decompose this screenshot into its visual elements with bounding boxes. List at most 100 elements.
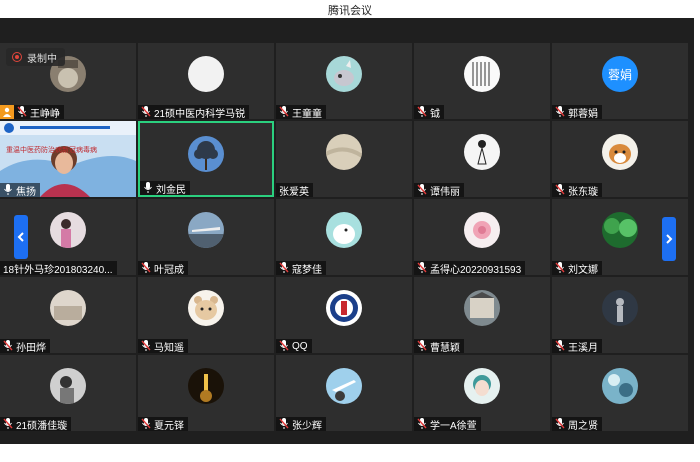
participant-name: 寇梦佳 (292, 264, 322, 276)
participant-nameplate: QQ (276, 339, 312, 353)
participant-tile[interactable]: 夏元铎 (138, 355, 274, 431)
participant-name: 曹慧颖 (430, 342, 460, 354)
participant-name: 王溪月 (568, 342, 598, 354)
mic-muted-icon (555, 340, 565, 351)
participant-tile[interactable]: 谭伟丽 (414, 121, 550, 197)
participant-tile[interactable]: 重温中医药防治病新冠病毒病 焦扬 (0, 121, 136, 197)
participant-name: 钺 (430, 108, 440, 120)
participant-name: 21硕潘佳璇 (16, 420, 68, 432)
participant-tile[interactable]: 钺 (414, 43, 550, 119)
participant-name: 张东璇 (568, 186, 598, 198)
participant-nameplate: 刘文娜 (552, 261, 602, 275)
participant-name: 王童童 (292, 108, 322, 120)
participant-nameplate: 张东璇 (552, 183, 602, 197)
participant-avatar (464, 56, 500, 92)
participant-tile[interactable]: 学一A徐萱 (414, 355, 550, 431)
host-person-icon (0, 105, 14, 119)
prev-page-button[interactable] (14, 215, 28, 259)
mic-muted-icon (555, 418, 565, 429)
participant-nameplate: 谭伟丽 (414, 183, 464, 197)
participant-avatar (602, 290, 638, 326)
participant-tile[interactable]: 张东璇 (552, 121, 688, 197)
participant-name: 谭伟丽 (430, 186, 460, 198)
mic-muted-icon (417, 418, 427, 429)
mic-muted-icon (141, 340, 151, 351)
participant-tile[interactable]: 蓉娟郭蓉娟 (552, 43, 688, 119)
next-page-button[interactable] (662, 217, 676, 261)
participant-avatar (602, 368, 638, 404)
participant-tile[interactable]: 刘金民 (138, 121, 274, 197)
participant-nameplate: 焦扬 (0, 183, 40, 197)
participant-tile[interactable]: 王童童 (276, 43, 412, 119)
mic-muted-icon (279, 262, 289, 273)
participant-name: 刘金民 (156, 184, 186, 196)
participant-avatar (464, 290, 500, 326)
mic-muted-icon (141, 262, 151, 273)
mic-muted-icon (417, 106, 427, 117)
participant-name: 21硕中医内科学马锐 (154, 108, 246, 120)
participant-tile[interactable]: 寇梦佳 (276, 199, 412, 275)
participant-nameplate: 郭蓉娟 (552, 105, 602, 119)
bottom-margin (0, 444, 700, 462)
participant-nameplate: 孙田烨 (0, 339, 50, 353)
mic-muted-icon (417, 340, 427, 351)
participant-nameplate: 张少辉 (276, 417, 326, 431)
participant-nameplate: 钺 (414, 105, 444, 119)
participant-name: 马知遥 (154, 342, 184, 354)
participant-nameplate: 王溪月 (552, 339, 602, 353)
chevron-right-icon (666, 234, 673, 244)
participant-avatar (464, 212, 500, 248)
participant-tile[interactable]: 孟得心20220931593 (414, 199, 550, 275)
participant-nameplate: 马知遥 (138, 339, 188, 353)
mic-muted-icon (279, 418, 289, 429)
participant-tile[interactable]: 曹慧颖 (414, 277, 550, 353)
participant-avatar (464, 368, 500, 404)
participant-avatar (50, 290, 86, 326)
participant-nameplate: 学一A徐萱 (414, 417, 481, 431)
participant-tile[interactable]: 21硕潘佳璇 (0, 355, 136, 431)
mic-muted-icon (555, 262, 565, 273)
participant-name: 刘文娜 (568, 264, 598, 276)
participant-tile[interactable]: 周之贤 (552, 355, 688, 431)
mic-muted-icon (141, 418, 151, 429)
record-icon (12, 52, 22, 62)
participant-nameplate: 刘金民 (140, 181, 190, 195)
participant-nameplate: 张爱英 (276, 183, 313, 197)
participant-nameplate: 王童童 (276, 105, 326, 119)
participant-name: 郭蓉娟 (568, 108, 598, 120)
participant-tile[interactable]: QQ (276, 277, 412, 353)
participant-avatar (188, 290, 224, 326)
participant-name: 焦扬 (16, 186, 36, 198)
participant-name: 王峥峥 (30, 108, 60, 120)
mic-muted-icon (17, 106, 27, 117)
participant-name: 张少辉 (292, 420, 322, 432)
participant-avatar (50, 212, 86, 248)
participant-tile[interactable]: 马知遥 (138, 277, 274, 353)
mic-muted-icon (141, 106, 151, 117)
recording-label: 录制中 (27, 53, 57, 65)
participant-nameplate: 寇梦佳 (276, 261, 326, 275)
participant-tile[interactable]: 张爱英 (276, 121, 412, 197)
mic-muted-icon (279, 106, 289, 117)
meeting-gallery-view: 录制中 王峥峥 21硕中医内科学马锐 王童童 钺 蓉娟郭蓉娟重温中医药防治病新冠病毒病焦… (0, 18, 694, 444)
participant-avatar (326, 368, 362, 404)
participant-tile[interactable]: 21硕中医内科学马锐 (138, 43, 274, 119)
participant-avatar (188, 136, 224, 172)
participant-tile[interactable]: 叶冠成 (138, 199, 274, 275)
participant-name: 孟得心20220931593 (430, 264, 522, 276)
participant-name: 周之贤 (568, 420, 598, 432)
participant-nameplate: 周之贤 (552, 417, 602, 431)
participant-tile[interactable]: 王溪月 (552, 277, 688, 353)
mic-muted-icon (417, 262, 427, 273)
recording-indicator[interactable]: 录制中 (6, 48, 65, 66)
participant-avatar (326, 290, 362, 326)
participant-avatar (50, 368, 86, 404)
participant-name: 叶冠成 (154, 264, 184, 276)
participant-avatar (326, 134, 362, 170)
participant-avatar (188, 56, 224, 92)
participant-nameplate: 孟得心20220931593 (414, 261, 526, 276)
participant-nameplate: 21硕潘佳璇 (0, 417, 72, 432)
participant-tile[interactable]: 孙田烨 (0, 277, 136, 353)
participant-tile[interactable]: 张少辉 (276, 355, 412, 431)
participant-avatar: 蓉娟 (602, 56, 638, 92)
